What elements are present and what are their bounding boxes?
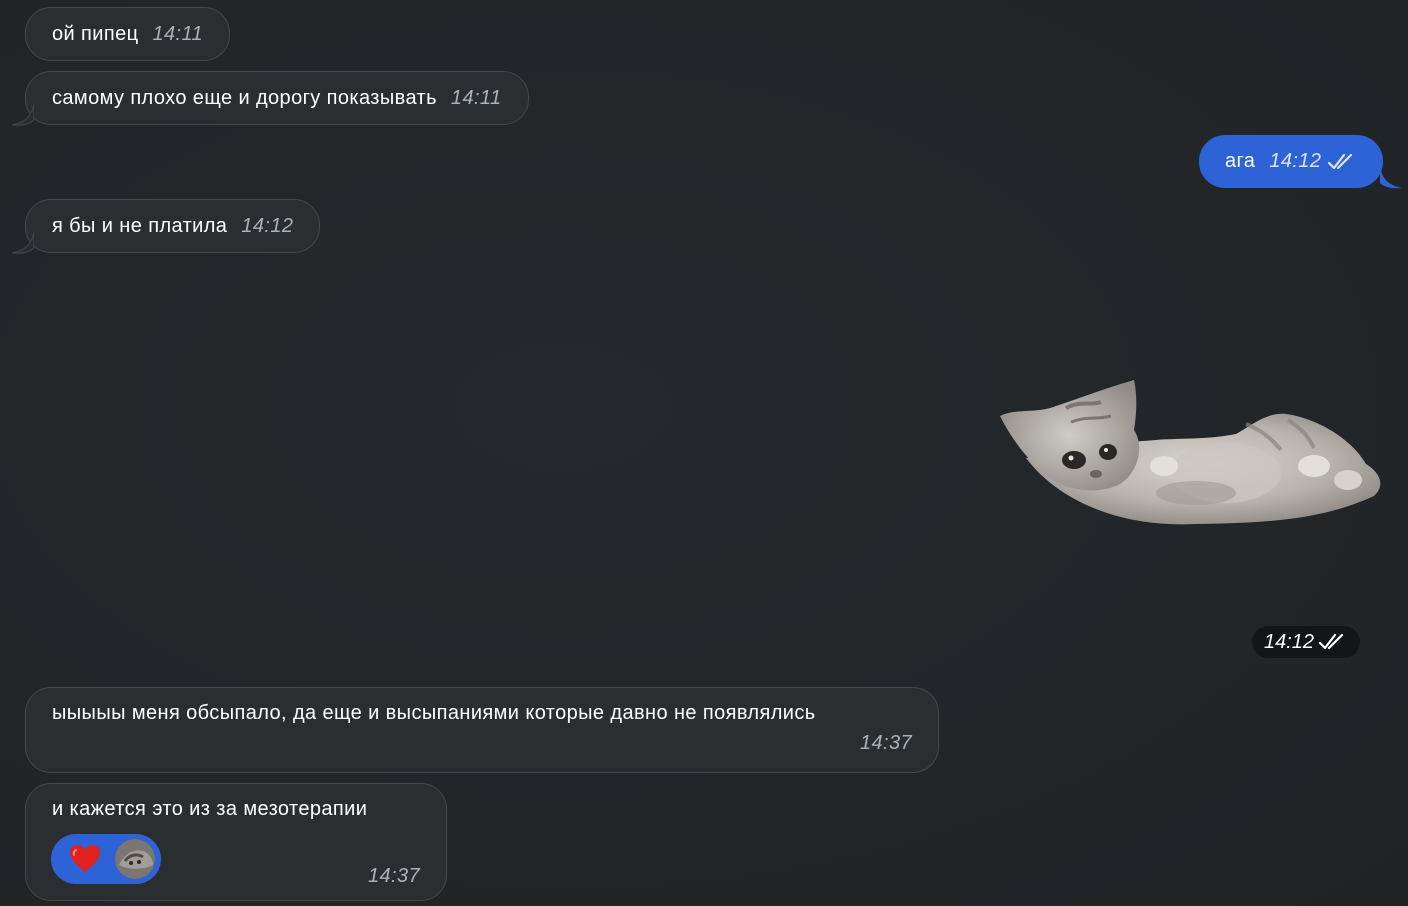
double-check-icon — [1328, 153, 1353, 169]
double-check-icon — [1318, 633, 1344, 650]
message-text: ага — [1225, 150, 1256, 172]
message-time: 14:11 — [152, 22, 204, 45]
message-text: и кажется это из за мезотерапии — [52, 798, 368, 820]
message-text: самому плохо еще и дорогу показывать — [52, 86, 437, 109]
message-time: 14:37 — [859, 732, 912, 754]
bubble-tail-icon — [12, 104, 34, 126]
message-time: 14:12 — [241, 214, 294, 237]
message-time: 14:37 — [367, 865, 420, 887]
bubble-tail-icon — [12, 232, 34, 254]
message-text: ыыыыы меня обсыпало, да еще и высыпаниям… — [52, 702, 816, 724]
message-bubble-outgoing[interactable]: ага 14:12 — [1199, 135, 1384, 188]
message-bubble-incoming[interactable]: и кажется это из за мезотерапии 14:37 — [25, 783, 447, 901]
message-bubble-incoming[interactable]: ыыыыы меня обсыпало, да еще и высыпаниям… — [25, 687, 939, 773]
reaction-chip[interactable] — [51, 834, 161, 884]
sticker-time-badge: 14:12 — [1252, 626, 1361, 658]
message-time: 14:11 — [450, 86, 502, 109]
message-bubble-incoming[interactable]: ой пипец 14:11 — [25, 7, 231, 61]
kitten-sticker[interactable] — [996, 378, 1386, 528]
message-bubble-incoming[interactable]: самому плохо еще и дорогу показывать 14:… — [25, 71, 529, 125]
message-time: 14:12 — [1264, 630, 1315, 653]
message-text: ой пипец — [52, 22, 139, 45]
chat-area[interactable]: ой пипец 14:11 самому плохо еще и дорогу… — [0, 0, 1408, 906]
message-time: 14:12 — [1269, 150, 1322, 172]
message-bubble-incoming[interactable]: я бы и не платила 14:12 — [25, 199, 321, 253]
message-text: я бы и не платила — [52, 214, 228, 237]
bubble-tail-icon — [1380, 167, 1402, 189]
heart-icon — [70, 845, 100, 872]
avatar — [115, 839, 155, 879]
